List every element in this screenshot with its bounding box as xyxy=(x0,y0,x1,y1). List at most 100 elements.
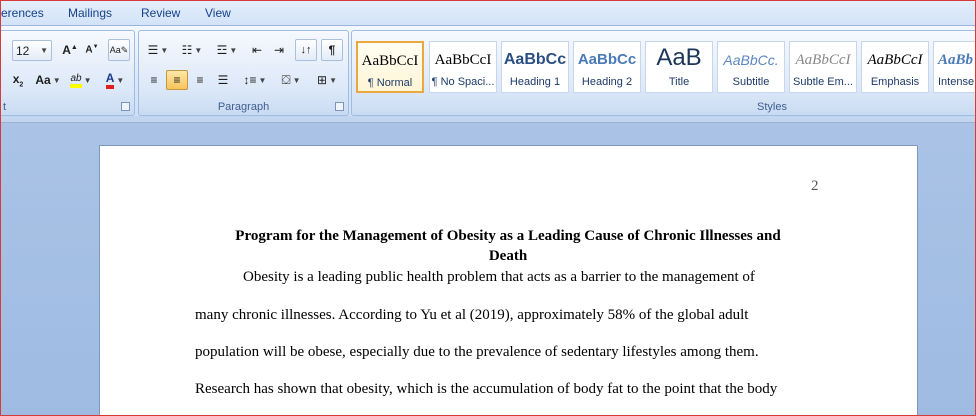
bullets-icon: ☰ xyxy=(147,43,159,57)
change-case-icon: Aa xyxy=(35,73,51,87)
styles-group-label: Styles xyxy=(757,101,787,113)
title-line-2: Death xyxy=(488,248,528,264)
style-sample: AaBbCc xyxy=(503,51,567,68)
chevron-down-icon: ▼ xyxy=(40,46,48,55)
document-area: 2 Program for the Management of Obesity … xyxy=(1,116,975,415)
paragraph-group-label: Paragraph xyxy=(217,101,270,113)
style-title[interactable]: AaB Title xyxy=(645,41,713,93)
chevron-down-icon: ▼ xyxy=(258,75,267,85)
font-size-value: 12 xyxy=(16,43,30,58)
grow-font-icon: A▲ xyxy=(62,43,78,57)
align-right-icon: ≡ xyxy=(196,73,204,87)
paint-bucket-icon: ⛋ xyxy=(281,72,291,87)
clear-formatting-button[interactable]: Aa✎ xyxy=(108,39,130,61)
sort-icon: ↓↑ xyxy=(300,44,312,56)
font-group: 12 ▼ A▲ A▼ Aa✎ x2 Aa ▼ ab ▼ A ▼ t xyxy=(1,30,135,116)
style-subtitle[interactable]: AaBbCc. Subtitle xyxy=(717,41,785,93)
style-sample: AaBbCcI xyxy=(795,52,851,68)
style-name: Heading 1 xyxy=(509,76,561,88)
increase-indent-icon: ⇥ xyxy=(273,43,285,57)
style-sample: AaBbCc xyxy=(577,51,637,68)
chevron-down-icon: ▼ xyxy=(83,75,92,85)
bullets-button[interactable]: ☰ ▼ xyxy=(143,40,173,60)
pilcrow-icon: ¶ xyxy=(328,43,336,57)
align-left-button[interactable]: ≡ xyxy=(143,70,165,90)
style-sample: AaBbCc. xyxy=(723,52,779,68)
chevron-down-icon: ▼ xyxy=(160,45,169,55)
decrease-indent-button[interactable]: ⇤ xyxy=(247,40,267,60)
style-emphasis[interactable]: AaBbCcI Emphasis xyxy=(861,41,929,93)
numbering-button[interactable]: ☷ ▼ xyxy=(177,40,207,60)
sort-button[interactable]: ↓↑ xyxy=(295,39,317,61)
shading-button[interactable]: ⛋ ▼ xyxy=(275,70,307,90)
line-spacing-icon: ↕≡ xyxy=(243,73,257,87)
style-sample: AaBbCcI xyxy=(434,52,492,68)
show-formatting-button[interactable]: ¶ xyxy=(321,39,343,61)
style-name: Title xyxy=(668,76,690,88)
ribbon-tabs: erences Mailings Review View xyxy=(1,1,975,25)
word-window: erences Mailings Review View 12 ▼ A▲ A▼ … xyxy=(0,0,976,416)
style-intense-emphasis[interactable]: AaBb Intense xyxy=(933,41,975,93)
style-heading-1[interactable]: AaBbCc Heading 1 xyxy=(501,41,569,93)
font-color-icon: A xyxy=(105,71,115,89)
clear-formatting-icon: Aa✎ xyxy=(109,44,129,55)
grow-font-button[interactable]: A▲ xyxy=(60,40,80,60)
shrink-font-icon: A▼ xyxy=(85,44,99,56)
align-left-icon: ≡ xyxy=(150,73,158,87)
font-size-select[interactable]: 12 ▼ xyxy=(12,40,52,61)
justify-icon: ☰ xyxy=(217,73,229,87)
document-page[interactable]: 2 Program for the Management of Obesity … xyxy=(100,146,917,415)
borders-button[interactable]: ⊞ ▼ xyxy=(311,70,343,90)
styles-group: AaBbCcI ¶ Normal AaBbCcI ¶ No Spaci... A… xyxy=(351,30,975,116)
align-right-button[interactable]: ≡ xyxy=(189,70,211,90)
multilevel-list-icon: ☲ xyxy=(216,43,228,57)
subscript-icon: x2 xyxy=(12,71,24,89)
highlight-button[interactable]: ab ▼ xyxy=(66,70,96,90)
change-case-button[interactable]: Aa ▼ xyxy=(32,70,64,90)
chevron-down-icon: ▼ xyxy=(292,75,301,85)
paragraph-dialog-launcher[interactable] xyxy=(335,102,344,111)
tab-mailings[interactable]: Mailings xyxy=(68,6,112,20)
style-name: Heading 2 xyxy=(581,76,633,88)
multilevel-list-button[interactable]: ☲ ▼ xyxy=(211,40,243,60)
numbering-icon: ☷ xyxy=(181,43,193,57)
border-icon: ⊞ xyxy=(317,73,328,87)
style-name: Subtle Em... xyxy=(793,76,853,88)
highlighter-icon: ab xyxy=(70,73,82,88)
tab-view[interactable]: View xyxy=(205,6,231,20)
increase-indent-button[interactable]: ⇥ xyxy=(269,40,289,60)
paragraph-group: ☰ ▼ ☷ ▼ ☲ ▼ ⇤ ⇥ ↓↑ ¶ ≡ ≡ ≡ ☰ ↕≡ ▼ ⛋ ▼ ⊞ ▼ Para… xyxy=(138,30,349,116)
page-number: 2 xyxy=(811,178,819,194)
shrink-font-button[interactable]: A▼ xyxy=(82,40,102,60)
style-sample: AaBb xyxy=(938,52,974,68)
chevron-down-icon: ▼ xyxy=(329,75,337,85)
chevron-down-icon: ▼ xyxy=(52,75,61,85)
style-name: Emphasis xyxy=(870,76,920,88)
tab-references[interactable]: erences xyxy=(1,6,44,20)
title-line-1: Program for the Management of Obesity as… xyxy=(235,228,781,244)
document-title: Program for the Management of Obesity as… xyxy=(210,226,806,266)
style-name: ¶ Normal xyxy=(367,77,413,89)
style-no-spacing[interactable]: AaBbCcI ¶ No Spaci... xyxy=(429,41,497,93)
font-group-label: t xyxy=(3,101,7,113)
chevron-down-icon: ▼ xyxy=(116,75,125,85)
style-name: Intense xyxy=(938,76,975,88)
decrease-indent-icon: ⇤ xyxy=(251,43,263,57)
body-line-4: Research has shown that obesity, which i… xyxy=(195,381,778,397)
chevron-down-icon: ▼ xyxy=(194,45,203,55)
style-normal[interactable]: AaBbCcI ¶ Normal xyxy=(356,41,424,93)
justify-button[interactable]: ☰ xyxy=(212,70,234,90)
subscript-button[interactable]: x2 xyxy=(8,70,28,90)
chevron-down-icon: ▼ xyxy=(229,45,238,55)
font-color-button[interactable]: A ▼ xyxy=(100,70,130,90)
style-subtle-emphasis[interactable]: AaBbCcI Subtle Em... xyxy=(789,41,857,93)
style-heading-2[interactable]: AaBbCc Heading 2 xyxy=(573,41,641,93)
style-sample: AaBbCcI xyxy=(867,52,923,68)
ruler xyxy=(1,116,975,123)
font-dialog-launcher[interactable] xyxy=(121,102,130,111)
style-name: ¶ No Spaci... xyxy=(431,76,495,88)
tab-review[interactable]: Review xyxy=(141,6,180,20)
line-spacing-button[interactable]: ↕≡ ▼ xyxy=(239,70,271,90)
body-line-1: Obesity is a leading public health probl… xyxy=(243,269,755,285)
align-center-button[interactable]: ≡ xyxy=(166,70,188,90)
